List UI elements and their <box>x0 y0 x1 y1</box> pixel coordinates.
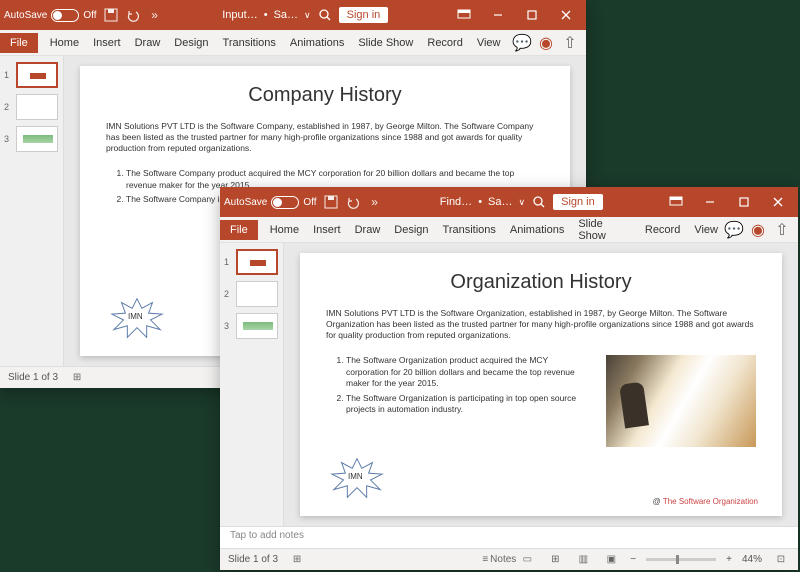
undo-icon[interactable] <box>345 194 361 210</box>
tab-insert[interactable]: Insert <box>87 33 127 53</box>
slide-title[interactable]: Company History <box>106 84 544 107</box>
tab-slideshow[interactable]: Slide Show <box>352 33 419 53</box>
ribbon-tabs: File Home Insert Draw Design Transitions… <box>0 30 586 56</box>
thumb-3[interactable]: 3 <box>224 313 279 339</box>
reading-view-icon[interactable]: ▥ <box>574 552 592 568</box>
tab-insert[interactable]: Insert <box>307 220 347 240</box>
slide-footer[interactable]: @ The Software Organization <box>653 497 758 506</box>
undo-icon[interactable] <box>125 7 141 23</box>
close-button[interactable] <box>550 0 582 30</box>
signin-button[interactable]: Sign in <box>339 7 389 23</box>
doc-title: Find… <box>440 196 472 208</box>
tab-slideshow[interactable]: Slide Show <box>572 214 637 246</box>
slide-bullets[interactable]: The Software Organization product acquir… <box>326 355 592 447</box>
titlebar[interactable]: AutoSave Off » Input… • Sa… ∨ Sign in <box>0 0 586 30</box>
maximize-button[interactable] <box>516 0 548 30</box>
share-icon[interactable]: ⇧ <box>774 222 790 238</box>
minimize-button[interactable] <box>694 187 726 217</box>
signin-button[interactable]: Sign in <box>553 194 603 210</box>
maximize-button[interactable] <box>728 187 760 217</box>
tab-animations[interactable]: Animations <box>284 33 350 53</box>
tab-animations[interactable]: Animations <box>504 220 570 240</box>
comments-icon[interactable]: 💬 <box>514 35 530 51</box>
tab-record[interactable]: Record <box>421 33 468 53</box>
titlebar[interactable]: AutoSave Off » Find… • Sa… ∨ Sign in <box>220 187 798 217</box>
starburst-shape[interactable]: IMN <box>328 456 386 500</box>
status-bar: Slide 1 of 3 ⊞ ≡Notes ▭ ⊞ ▥ ▣ − + 44% ⊡ <box>220 548 798 570</box>
more-icon[interactable]: » <box>147 7 163 23</box>
thumb-1[interactable]: 1 <box>4 62 59 88</box>
comments-icon[interactable]: 💬 <box>726 222 742 238</box>
slide-content[interactable]: Organization History IMN Solutions PVT L… <box>300 253 782 516</box>
more-icon[interactable]: » <box>367 194 383 210</box>
record-icon[interactable]: ◉ <box>538 35 554 51</box>
slide-paragraph[interactable]: IMN Solutions PVT LTD is the Software Co… <box>106 121 544 154</box>
search-icon[interactable] <box>531 194 547 210</box>
share-icon[interactable]: ⇧ <box>562 35 578 51</box>
thumb-1[interactable]: 1 <box>224 249 279 275</box>
slide-title[interactable]: Organization History <box>326 271 756 294</box>
close-button[interactable] <box>762 187 794 217</box>
thumb-2[interactable]: 2 <box>4 94 59 120</box>
tab-transitions[interactable]: Transitions <box>437 220 502 240</box>
zoom-out[interactable]: − <box>630 554 636 565</box>
slide-paragraph[interactable]: IMN Solutions PVT LTD is the Software Or… <box>326 308 756 341</box>
autosave-toggle[interactable]: AutoSave Off <box>4 9 97 22</box>
thumb-3[interactable]: 3 <box>4 126 59 152</box>
slideshow-view-icon[interactable]: ▣ <box>602 552 620 568</box>
tab-view[interactable]: View <box>688 220 724 240</box>
zoom-slider[interactable] <box>646 558 716 561</box>
tab-record[interactable]: Record <box>639 220 686 240</box>
save-icon[interactable] <box>103 7 119 23</box>
thumb-2[interactable]: 2 <box>224 281 279 307</box>
slide-counter: Slide 1 of 3 <box>228 554 278 565</box>
zoom-in[interactable]: + <box>726 554 732 565</box>
slide-image[interactable] <box>606 355 756 447</box>
tab-home[interactable]: Home <box>264 220 305 240</box>
tab-transitions[interactable]: Transitions <box>217 33 282 53</box>
tab-file[interactable]: File <box>0 33 38 53</box>
tab-file[interactable]: File <box>220 220 258 240</box>
slide-thumbnails: 1 2 3 <box>220 243 284 526</box>
powerpoint-window-front: AutoSave Off » Find… • Sa… ∨ Sign in Fil… <box>220 187 798 570</box>
doc-saved: Sa… <box>488 196 512 208</box>
minimize-button[interactable] <box>482 0 514 30</box>
sorter-view-icon[interactable]: ⊞ <box>546 552 564 568</box>
accessibility-icon[interactable]: ⊞ <box>288 552 306 568</box>
notes-pane[interactable]: Tap to add notes <box>220 526 798 548</box>
zoom-percent[interactable]: 44% <box>742 554 762 565</box>
tab-design[interactable]: Design <box>168 33 214 53</box>
notes-button[interactable]: ≡Notes <box>490 552 508 568</box>
slide-canvas[interactable]: Organization History IMN Solutions PVT L… <box>284 243 798 526</box>
tab-design[interactable]: Design <box>388 220 434 240</box>
doc-title: Input… <box>222 9 257 21</box>
tab-home[interactable]: Home <box>44 33 85 53</box>
tab-view[interactable]: View <box>471 33 507 53</box>
slide-thumbnails: 1 2 3 <box>0 56 64 366</box>
tab-draw[interactable]: Draw <box>129 33 167 53</box>
search-icon[interactable] <box>317 7 333 23</box>
save-icon[interactable] <box>323 194 339 210</box>
doc-saved: Sa… <box>274 9 298 21</box>
ribbon-display-icon[interactable] <box>448 0 480 30</box>
ribbon-tabs: File Home Insert Draw Design Transitions… <box>220 217 798 243</box>
slide-counter: Slide 1 of 3 <box>8 372 58 383</box>
record-icon[interactable]: ◉ <box>750 222 766 238</box>
normal-view-icon[interactable]: ▭ <box>518 552 536 568</box>
fit-icon[interactable]: ⊡ <box>772 552 790 568</box>
accessibility-icon[interactable]: ⊞ <box>68 370 86 386</box>
tab-draw[interactable]: Draw <box>349 220 387 240</box>
ribbon-display-icon[interactable] <box>660 187 692 217</box>
autosave-toggle[interactable]: AutoSave Off <box>224 196 317 209</box>
starburst-shape[interactable]: IMN <box>108 296 166 340</box>
